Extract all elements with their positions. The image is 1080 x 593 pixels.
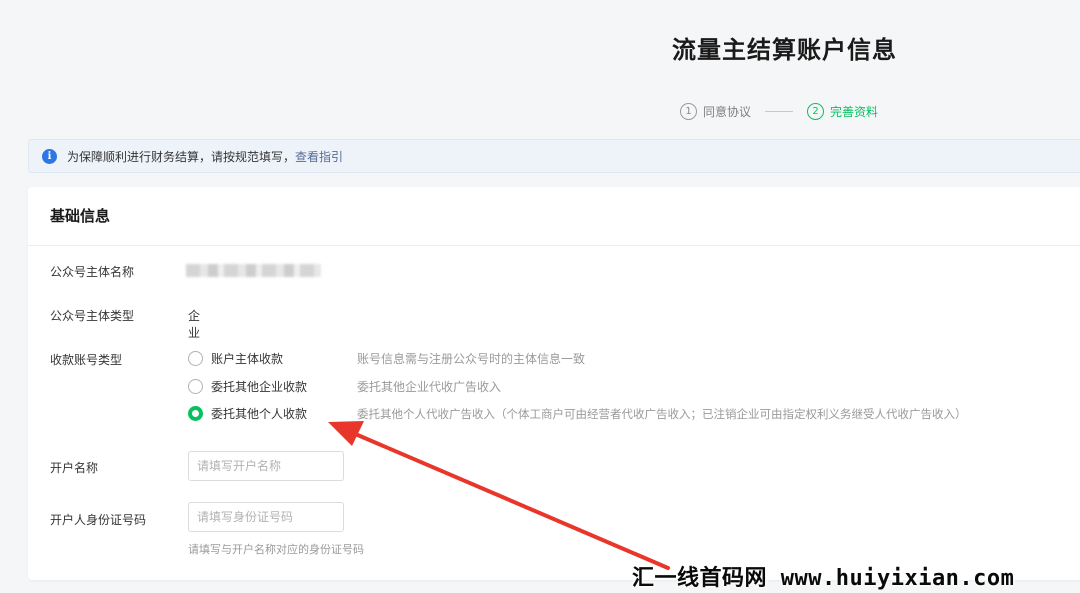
step-number: 1 xyxy=(680,102,697,120)
account-name-input[interactable] xyxy=(188,451,344,481)
radio-option-self[interactable]: 账户主体收款 账号信息需与注册公众号时的主体信息一致 xyxy=(188,350,585,367)
step-indicator: 1 同意协议 2 完善资料 xyxy=(680,101,878,121)
id-number-input[interactable] xyxy=(188,502,344,532)
step-agree: 1 同意协议 xyxy=(680,102,752,120)
radio-label[interactable]: 委托其他企业收款 xyxy=(211,378,357,395)
step-connector xyxy=(765,110,794,112)
entity-name-label: 公众号主体名称 xyxy=(50,265,135,279)
card-title: 基础信息 xyxy=(28,187,1080,246)
radio-button[interactable] xyxy=(188,351,203,366)
account-name-label: 开户名称 xyxy=(50,461,99,475)
view-guide-link[interactable]: 查看指引 xyxy=(295,148,343,165)
radio-button-checked[interactable] xyxy=(188,406,203,421)
entity-type-label: 公众号主体类型 xyxy=(50,309,135,323)
step-number: 2 xyxy=(807,102,825,120)
basic-info-card: 基础信息 公众号主体名称 公众号主体类型 企业 收款账号类型 账户主体收款 账号… xyxy=(28,187,1080,580)
step-label: 同意协议 xyxy=(703,104,752,119)
radio-button[interactable] xyxy=(188,379,203,394)
radio-label[interactable]: 委托其他个人收款 xyxy=(211,405,357,422)
entity-name-value xyxy=(186,263,321,277)
notice-text: 为保障顺利进行财务结算，请按规范填写， xyxy=(67,149,296,164)
step-label: 完善资料 xyxy=(830,104,879,119)
radio-description: 账号信息需与注册公众号时的主体信息一致 xyxy=(357,352,586,366)
page: 流量主结算账户信息 1 同意协议 2 完善资料 i 为保障顺利进行财务结算，请按… xyxy=(0,0,1080,593)
radio-description: 委托其他企业代收广告收入 xyxy=(357,380,502,394)
entity-type-value: 企业 xyxy=(188,309,201,340)
blurred-entity-name xyxy=(186,264,321,277)
id-number-hint: 请填写与开户名称对应的身份证号码 xyxy=(188,543,364,556)
notice-bar: i 为保障顺利进行财务结算，请按规范填写， 查看指引 xyxy=(28,139,1080,173)
radio-option-individual[interactable]: 委托其他个人收款 委托其他个人代收广告收入（个体工商户可由经营者代收广告收入；已… xyxy=(188,405,967,422)
info-icon: i xyxy=(42,148,57,164)
id-number-label: 开户人身份证号码 xyxy=(50,513,147,527)
account-type-label: 收款账号类型 xyxy=(50,353,123,367)
step-complete-info: 2 完善资料 xyxy=(807,102,879,120)
radio-option-company[interactable]: 委托其他企业收款 委托其他企业代收广告收入 xyxy=(188,378,501,395)
radio-description: 委托其他个人代收广告收入（个体工商户可由经营者代收广告收入；已注销企业可由指定权… xyxy=(357,406,967,421)
watermark-text: 汇一线首码网 www.huiyixian.com xyxy=(632,566,1015,591)
radio-label[interactable]: 账户主体收款 xyxy=(211,350,357,367)
page-title: 流量主结算账户信息 xyxy=(672,36,897,64)
